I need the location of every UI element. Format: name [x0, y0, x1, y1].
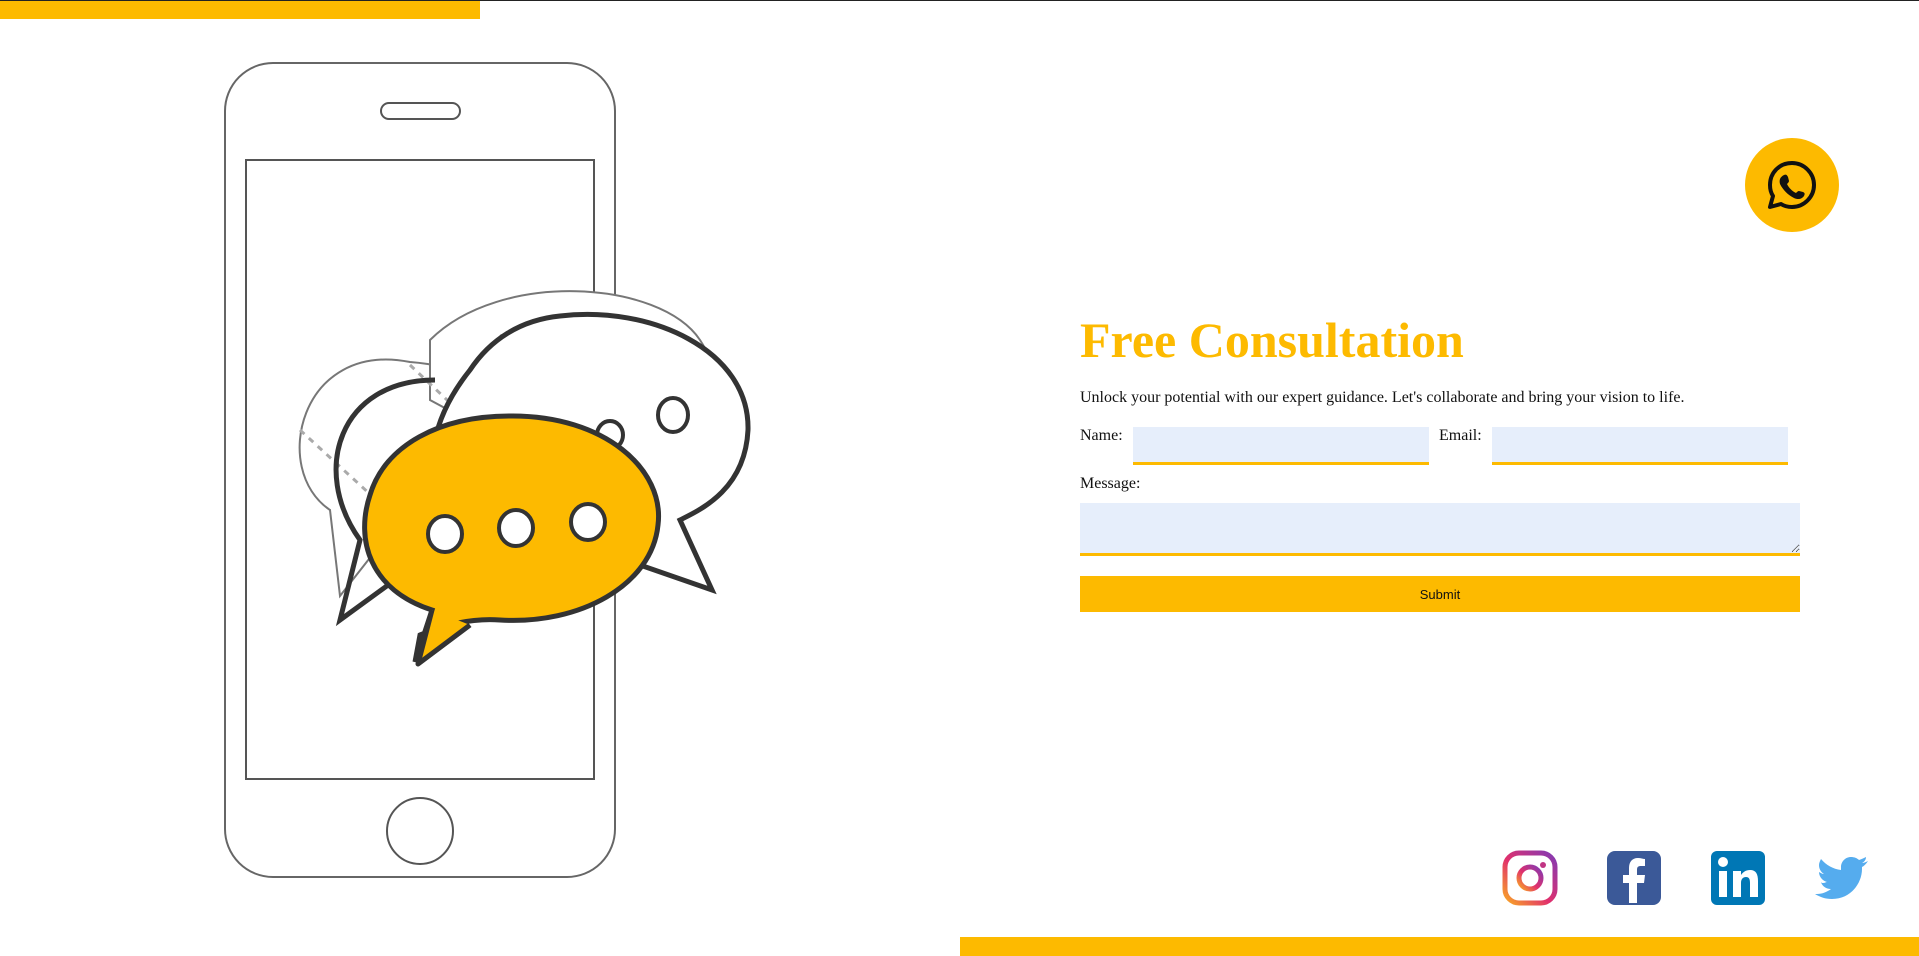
instagram-icon[interactable]: [1502, 850, 1558, 906]
name-email-row: Name: Email:: [1080, 426, 1800, 465]
linkedin-icon[interactable]: [1710, 850, 1766, 906]
twitter-icon[interactable]: [1814, 850, 1870, 906]
form-subtitle: Unlock your potential with our expert gu…: [1080, 389, 1685, 406]
email-input[interactable]: [1492, 427, 1788, 465]
facebook-icon[interactable]: [1606, 850, 1662, 906]
whatsapp-button[interactable]: [1745, 138, 1839, 232]
submit-button[interactable]: Submit: [1080, 576, 1800, 612]
consultation-form: Free Consultation Unlock your potential …: [1080, 310, 1800, 612]
bottom-accent-bar: [960, 937, 1919, 956]
message-label: Message:: [1080, 475, 1141, 492]
name-input[interactable]: [1133, 427, 1429, 465]
name-label: Name:: [1080, 427, 1123, 444]
form-title: Free Consultation: [1080, 312, 1464, 368]
email-label: Email:: [1439, 427, 1482, 444]
whatsapp-icon: [1768, 161, 1816, 209]
message-input[interactable]: [1080, 503, 1800, 556]
phone-chat-illustration: [224, 62, 751, 878]
